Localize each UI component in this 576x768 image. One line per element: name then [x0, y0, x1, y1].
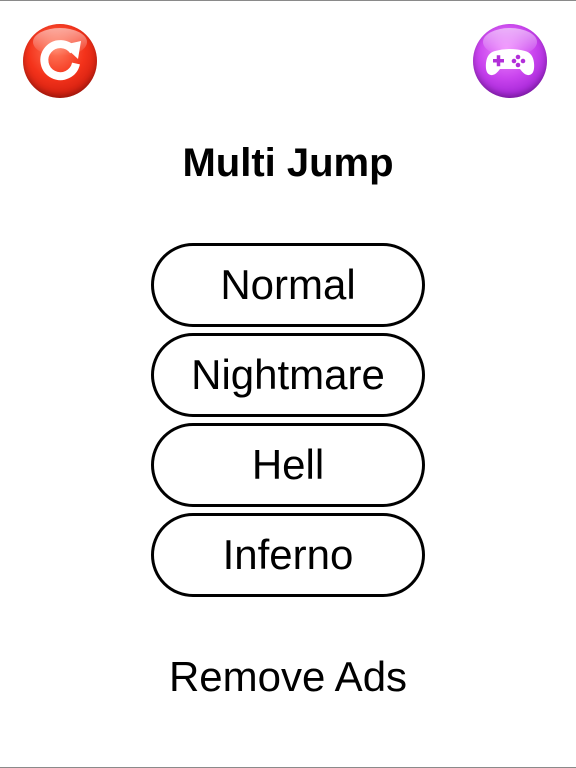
remove-ads-button[interactable]: Remove Ads: [0, 651, 576, 703]
gamepad-icon: [485, 49, 535, 76]
restart-button[interactable]: [23, 24, 97, 98]
game-menu-screen: Multi Jump Normal Nightmare Hell Inferno…: [0, 0, 576, 768]
mode-nightmare-button[interactable]: Nightmare: [151, 333, 425, 417]
restart-icon: [40, 40, 81, 81]
mode-normal-button[interactable]: Normal: [151, 243, 425, 327]
mode-hell-button[interactable]: Hell: [151, 423, 425, 507]
game-title: Multi Jump: [182, 141, 394, 185]
games-button[interactable]: [473, 24, 547, 98]
difficulty-menu: Normal Nightmare Hell Inferno: [151, 243, 425, 603]
mode-inferno-button[interactable]: Inferno: [151, 513, 425, 597]
